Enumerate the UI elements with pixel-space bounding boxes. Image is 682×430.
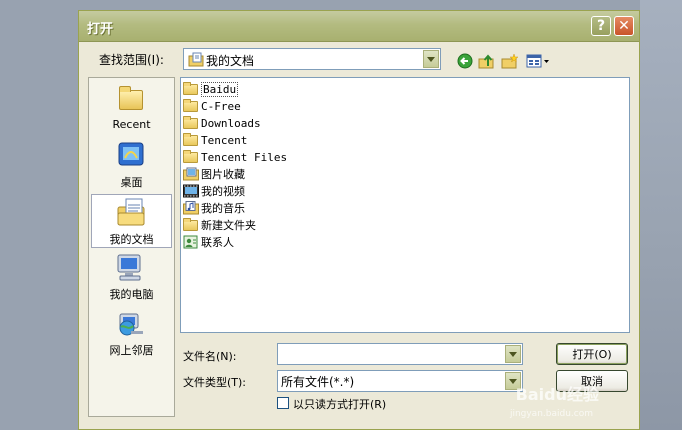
file-name: 我的音乐 [201, 202, 245, 215]
place-my-computer[interactable]: 我的电脑 [91, 250, 172, 304]
up-folder-icon [478, 54, 494, 69]
folder-icon [183, 218, 199, 232]
file-name: Baidu [201, 81, 239, 97]
file-name: C-Free [201, 99, 241, 113]
list-item[interactable]: Tencent [183, 132, 247, 148]
contacts-icon [183, 235, 198, 249]
open-file-dialog: 打开 ? ✕ 查找范围(I): 我的文档 Recent 桌面 我的文档 我的电脑… [78, 10, 640, 430]
file-name: Tencent [201, 133, 248, 147]
lookin-value: 我的文档 [206, 54, 255, 68]
chevron-down-icon [427, 56, 435, 62]
music-folder-icon [183, 201, 199, 215]
file-name: 新建文件夹 [201, 219, 256, 232]
up-folder-button[interactable] [477, 51, 497, 71]
network-globe-icon [119, 313, 143, 336]
close-button[interactable]: ✕ [614, 16, 634, 36]
list-item[interactable]: 图片收藏 [183, 166, 245, 182]
filetype-label: 文件类型(T): [183, 376, 247, 389]
watermark-brand: Baidu经验 [515, 385, 599, 404]
list-item[interactable]: Baidu [183, 81, 239, 97]
filename-input[interactable] [277, 343, 523, 365]
view-menu-button[interactable] [525, 51, 551, 71]
readonly-label: 以只读方式打开(R) [293, 398, 387, 411]
close-icon: ✕ [618, 18, 630, 34]
open-button[interactable]: 打开(O) [556, 343, 628, 365]
file-name: 联系人 [201, 236, 234, 249]
folder-icon [183, 82, 199, 96]
filetype-value: 所有文件(*.*) [281, 375, 355, 389]
dialog-title: 打开 [87, 22, 114, 37]
folder-icon [183, 150, 199, 164]
my-documents-icon [188, 52, 204, 67]
my-documents-icon [117, 198, 145, 226]
back-button[interactable] [455, 51, 475, 71]
filename-dropdown-arrow[interactable] [505, 345, 521, 363]
lookin-combobox[interactable]: 我的文档 [183, 48, 441, 70]
help-icon: ? [596, 18, 606, 34]
place-my-documents[interactable]: 我的文档 [91, 194, 172, 248]
desktop-background [640, 0, 682, 430]
chevron-down-icon [509, 351, 517, 357]
place-label: 我的电脑 [109, 288, 154, 301]
list-item[interactable]: 我的视频 [183, 183, 245, 199]
help-button[interactable]: ? [591, 16, 611, 36]
place-label: 桌面 [120, 176, 143, 189]
back-arrow-icon [457, 53, 473, 69]
list-item[interactable]: Downloads [183, 115, 261, 131]
file-name: 我的视频 [201, 185, 245, 198]
file-name: Downloads [201, 116, 261, 130]
file-name: 图片收藏 [201, 168, 245, 181]
new-folder-button[interactable] [500, 51, 520, 71]
place-label: 网上邻居 [109, 344, 154, 357]
desktop-icon [118, 142, 144, 166]
list-item[interactable]: 我的音乐 [183, 200, 245, 216]
filetype-select[interactable]: 所有文件(*.*) [277, 370, 523, 392]
place-network[interactable]: 网上邻居 [91, 306, 172, 360]
list-item[interactable]: 联系人 [183, 234, 234, 250]
pictures-folder-icon [183, 167, 199, 181]
video-folder-icon [183, 184, 199, 198]
folder-icon [183, 133, 199, 147]
list-item[interactable]: Tencent Files [183, 149, 287, 165]
recent-folder-icon [115, 84, 147, 114]
place-desktop[interactable]: 桌面 [91, 138, 172, 192]
new-folder-icon [501, 53, 519, 69]
title-bar[interactable]: 打开 ? ✕ [79, 11, 639, 42]
folder-icon [183, 99, 199, 113]
places-bar: Recent 桌面 我的文档 我的电脑 网上邻居 [88, 77, 175, 417]
list-item[interactable]: 新建文件夹 [183, 217, 256, 233]
filename-label: 文件名(N): [183, 350, 237, 363]
place-label: 我的文档 [109, 233, 154, 246]
folder-icon [183, 116, 199, 130]
computer-icon [117, 254, 141, 281]
lookin-label: 查找范围(I): [99, 53, 164, 67]
file-list[interactable]: Baidu C-Free Downloads Tencent Tencent F… [180, 77, 630, 333]
lookin-dropdown-arrow[interactable] [423, 50, 439, 68]
place-recent[interactable]: Recent [91, 82, 172, 136]
watermark-url: jingyan.baidu.com [509, 409, 593, 419]
list-item[interactable]: C-Free [183, 98, 241, 114]
file-name: Tencent Files [201, 150, 288, 164]
place-label: Recent [112, 118, 151, 131]
view-menu-icon [526, 54, 549, 68]
readonly-checkbox[interactable] [277, 397, 289, 409]
